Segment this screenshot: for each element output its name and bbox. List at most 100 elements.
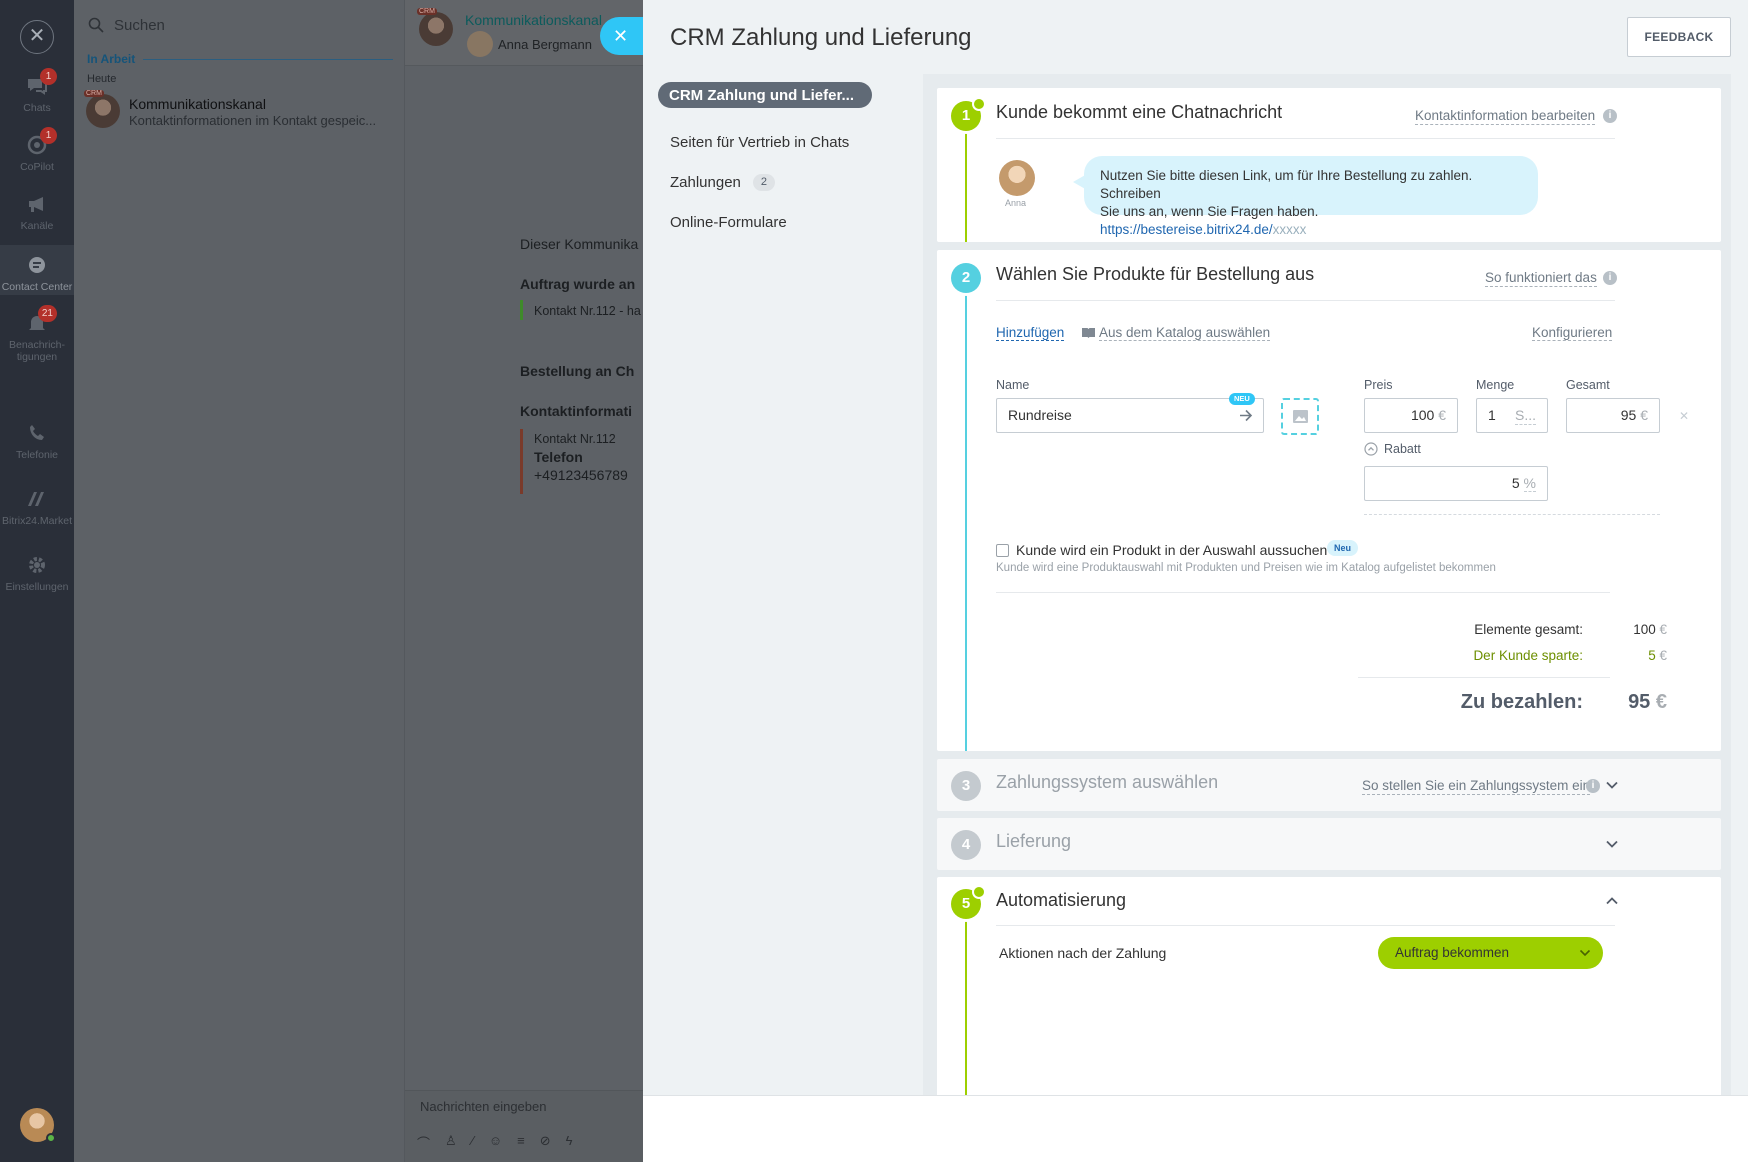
selected-action: Auftrag bekommen [1395, 945, 1510, 960]
menu-item-sales-pages[interactable]: Seiten für Vertrieb in Chats [658, 122, 878, 162]
feedback-button[interactable]: FEEDBACK [1627, 17, 1731, 57]
step-number: 2 [951, 263, 981, 293]
step-title: Wählen Sie Produkte für Bestellung aus [996, 264, 1315, 284]
step-title: Automatisierung [996, 890, 1127, 910]
nav-item-telephony[interactable]: Telefonie [0, 423, 74, 461]
menu-item-label: Seiten für Vertrieb in Chats [670, 133, 850, 151]
message-input[interactable]: Nachrichten eingeben [420, 1099, 546, 1114]
after-payment-action-select[interactable]: Auftrag bekommen [1378, 937, 1603, 969]
copilot-icon: 1 [25, 127, 57, 155]
chevron-down-icon[interactable] [1605, 778, 1619, 792]
price-label: Preis [1364, 378, 1393, 392]
how-it-works-link[interactable]: So funktioniert das [1485, 269, 1597, 287]
step-card-automation: 5 Automatisierung Aktionen nach der Zahl… [937, 877, 1721, 1095]
chat-group-title: In Arbeit [87, 52, 136, 66]
notification-badge: 1 [40, 127, 57, 144]
chat-title[interactable]: Kommunikationskanal [465, 12, 602, 28]
nav-item-label: Kanäle [20, 220, 54, 232]
info-icon[interactable]: i [1586, 779, 1600, 793]
edit-contact-link[interactable]: Kontaktinformation bearbeiten [1415, 107, 1596, 125]
chevron-up-icon [1364, 442, 1378, 456]
chat-message: Telefon [534, 449, 583, 465]
count-badge: 2 [752, 173, 775, 191]
nav-item-settings[interactable]: Einstellungen [0, 555, 74, 593]
step-card-delivery[interactable]: 4 Lieferung [937, 818, 1721, 870]
list-item[interactable]: CRM Kommunikationskanal Kontaktinformati… [84, 90, 396, 134]
slider-panel: CRM Zahlung und Lieferung FEEDBACK CRM Z… [643, 0, 1748, 1162]
nav-item-channels[interactable]: Kanäle [0, 194, 74, 232]
gear-icon [25, 555, 49, 575]
chat-title: Kommunikationskanal [129, 96, 266, 112]
nav-item-chats[interactable]: 1 Chats [0, 68, 74, 114]
chevron-down-icon[interactable] [1605, 837, 1619, 851]
elements-total-label: Elemente gesamt: [1474, 622, 1583, 637]
new-badge: NEU [1229, 393, 1255, 405]
chat-message: Dieser Kommunika [520, 236, 639, 252]
product-image-upload[interactable] [1281, 398, 1319, 435]
step-card-payment-system[interactable]: 3 Zahlungssystem auswählen So stellen Si… [937, 759, 1721, 811]
nav-item-notifications[interactable]: 21 Benachrich- tigungen [0, 305, 74, 363]
template-icon[interactable]: ≡ [517, 1133, 525, 1152]
nav-item-contact-center[interactable]: Contact Center [0, 245, 74, 295]
discount-toggle[interactable]: Rabatt [1364, 442, 1421, 456]
emoji-icon[interactable]: ☺ [489, 1133, 502, 1152]
price-input[interactable]: 100 € [1364, 398, 1458, 433]
menu-item-payments[interactable]: Zahlungen 2 [658, 162, 878, 202]
chat-user-name[interactable]: Anna Bergmann [498, 37, 592, 52]
close-icon[interactable]: ✕ [20, 20, 54, 54]
step-number: 3 [951, 771, 981, 801]
name-label: Name [996, 378, 1030, 392]
chat-message: +49123456789 [534, 467, 628, 483]
unit-select[interactable]: S... [1515, 406, 1537, 425]
info-icon[interactable]: i [1603, 271, 1617, 285]
info-icon[interactable]: i [1603, 109, 1617, 123]
total-input[interactable]: 95 € [1566, 398, 1660, 433]
configure-link[interactable]: Konfigurieren [1532, 325, 1613, 341]
nav-item-label: Benachrich- [8, 339, 66, 351]
message-composer[interactable]: Nachrichten eingeben ⌒ ♙ ⁄ ☺ ≡ ⊘ ϟ [405, 1090, 643, 1162]
step-number: 5 [951, 885, 986, 919]
user-avatar[interactable] [20, 1108, 56, 1143]
nav-item-copilot[interactable]: 1 CoPilot [0, 127, 74, 173]
menu-item-label: Zahlungen [670, 173, 741, 191]
steps-content: 1 Kunde bekommt eine Chatnachricht Konta… [923, 74, 1731, 1095]
nav-item-market[interactable]: Bitrix24.Market [0, 489, 74, 527]
amount-due-value: 95 € [1628, 691, 1667, 713]
menu-item-crm-payment[interactable]: CRM Zahlung und Liefer... [658, 82, 872, 108]
chevron-up-icon[interactable] [1605, 894, 1619, 908]
discount-unit[interactable]: % [1523, 475, 1536, 492]
step-title: Zahlungssystem auswählen [996, 772, 1219, 792]
composer-toolbar: ⌒ ♙ ⁄ ☺ ≡ ⊘ ϟ [417, 1133, 573, 1152]
avatar [999, 160, 1035, 196]
product-selection-checkbox[interactable] [996, 543, 1009, 557]
slider-close-button[interactable]: ✕ [600, 17, 644, 55]
book-icon [1082, 327, 1095, 338]
online-indicator [46, 1133, 56, 1143]
remove-row-icon[interactable]: ✕ [1679, 409, 1689, 423]
quantity-input[interactable]: 1 S... [1476, 398, 1548, 433]
menu-item-online-forms[interactable]: Online-Formulare [658, 202, 878, 242]
new-badge: Neu [1327, 540, 1359, 556]
nav-item-label: Chats [23, 102, 51, 114]
search-field[interactable]: Suchen [88, 14, 388, 36]
flash-icon[interactable]: ϟ [566, 1133, 573, 1152]
catalog-select-link[interactable]: Aus dem Katalog auswählen [1082, 325, 1271, 341]
discount-input[interactable]: 5 % [1364, 466, 1548, 501]
command-icon[interactable]: ⁄ [472, 1133, 474, 1152]
add-product-link[interactable]: Hinzufügen [996, 325, 1065, 341]
payment-system-help-link[interactable]: So stellen Sie ein Zahlungssystem ein [1362, 777, 1591, 795]
arrow-right-icon[interactable] [1239, 409, 1253, 422]
checkbox-label[interactable]: Kunde wird ein Produkt in der Auswahl au… [1016, 542, 1327, 558]
product-name-input[interactable]: Rundreise [996, 398, 1264, 433]
payment-link[interactable]: https://bestereise.bitrix24.de/ [1100, 222, 1273, 237]
product-selection-option: Kunde wird ein Produkt in der Auswahl au… [996, 542, 1347, 558]
menu-item-label: CRM Zahlung und Liefer... [669, 86, 854, 104]
megaphone-icon [25, 194, 49, 214]
close-icon: ✕ [613, 26, 629, 46]
discount-value: 5 [1511, 475, 1520, 491]
chevron-down-icon [1579, 949, 1591, 957]
search-placeholder: Suchen [114, 16, 165, 34]
hide-icon[interactable]: ⊘ [540, 1133, 551, 1152]
contact-icon[interactable]: ♙ [445, 1133, 457, 1152]
attach-icon[interactable]: ⌒ [417, 1133, 430, 1152]
